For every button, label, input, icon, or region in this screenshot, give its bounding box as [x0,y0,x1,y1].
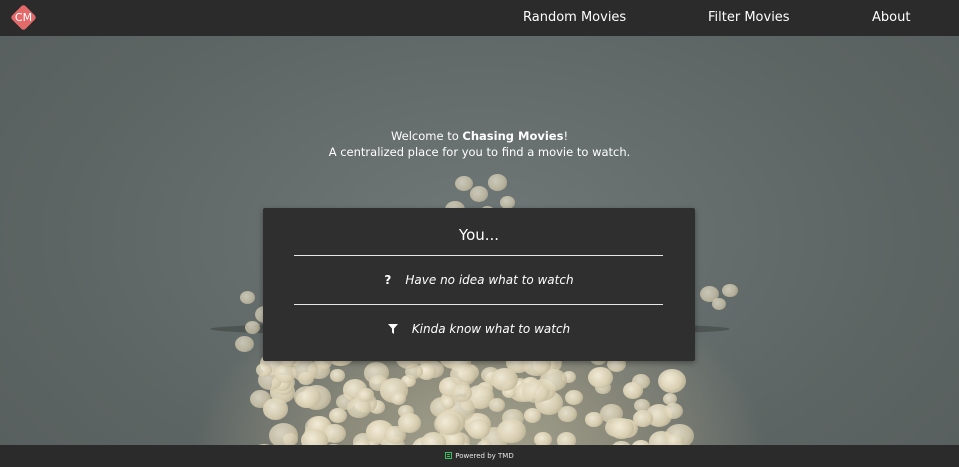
popcorn-kernel [533,431,552,445]
popcorn-kernel [587,366,613,388]
popcorn-kernel [497,418,526,443]
popcorn-kernel [356,389,372,402]
footer: Powered by TMD [0,445,959,467]
nav-about[interactable]: About [872,0,910,36]
popcorn-kernel [262,398,288,420]
brand-name: Chasing Movies [462,129,564,143]
popcorn-kernel [390,392,407,406]
popcorn-kernel [658,369,687,394]
popcorn-kernel [455,176,473,192]
popcorn-kernel [633,409,653,427]
option-label: Kinda know what to watch [411,322,571,336]
popcorn-kernel [488,174,508,191]
popcorn-kernel [623,381,644,399]
popcorn-kernel [240,291,256,304]
logo-text: CM [14,11,33,24]
popcorn-kernel [722,284,738,298]
card-title: You... [458,226,500,244]
popcorn-kernel [255,362,272,377]
option-kinda-know[interactable]: Kinda know what to watch [263,312,695,346]
popcorn-kernel [268,422,299,445]
popcorn-kernel [294,385,321,409]
popcorn-kernel [470,186,489,202]
popcorn-kernel [585,412,603,427]
popcorn-kernel [245,321,260,334]
filter-icon [387,324,398,334]
welcome-message: Welcome to Chasing Movies! A centralized… [0,128,959,160]
tagline: A centralized place for you to find a mo… [328,145,631,159]
popcorn-kernel [235,336,254,353]
footer-text[interactable]: Powered by TMD [455,452,514,460]
welcome-suffix: ! [563,129,569,143]
option-label: Have no idea what to watch [405,273,574,287]
question-icon: ? [384,273,392,287]
popcorn-kernel [663,403,683,420]
popcorn-kernel [500,196,515,209]
popcorn-kernel [440,396,455,409]
divider [294,304,663,305]
popcorn-kernel [451,384,472,402]
logo[interactable]: CM [10,4,37,31]
divider [294,255,663,256]
popcorn-kernel [556,431,577,445]
popcorn-kernel [449,363,477,387]
popcorn-kernel [420,432,447,445]
nav-filter-movies[interactable]: Filter Movies [708,0,790,36]
popcorn-kernel [398,413,422,433]
popcorn-kernel [489,398,506,412]
welcome-prefix: Welcome to [390,129,463,143]
option-no-idea[interactable]: ? Have no idea what to watch [263,263,695,297]
popcorn-kernel [712,298,727,310]
popcorn-kernel [564,390,583,406]
popcorn-kernel [523,408,541,423]
welcome-line: Welcome to Chasing Movies! [0,128,959,144]
tmdb-icon [445,452,453,459]
popcorn-kernel [330,369,345,382]
nav-random-movies[interactable]: Random Movies [523,0,626,36]
popcorn-kernel [291,359,319,383]
navbar: CM Random Movies Filter Movies About [0,0,959,36]
choice-card: You... ? Have no idea what to watch Kinda… [263,208,695,361]
popcorn-kernel [329,408,347,424]
